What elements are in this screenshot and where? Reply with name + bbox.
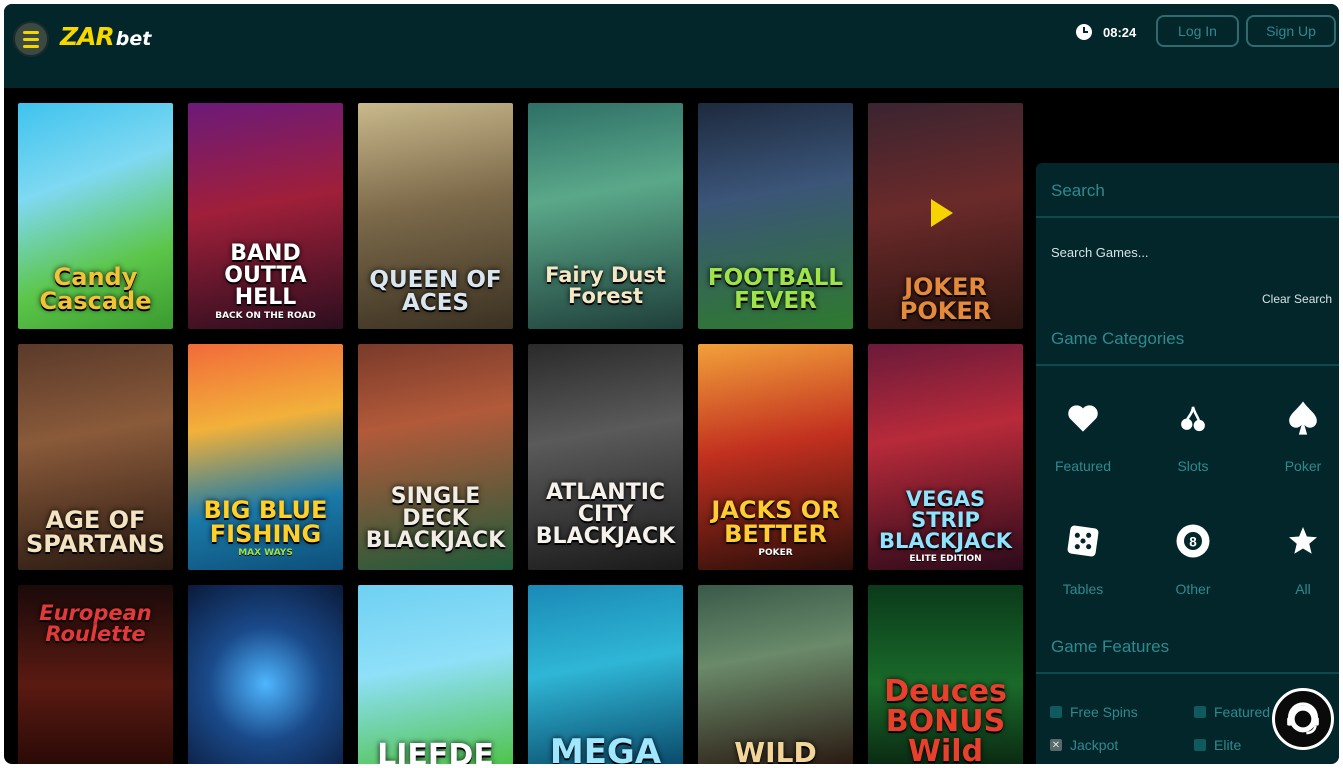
- game-title: SINGLE DECK BLACKJACK: [365, 484, 506, 553]
- feature-label: Free Spins: [1070, 704, 1138, 720]
- feature-free-spins[interactable]: Free Spins: [1050, 704, 1138, 720]
- game-tile[interactable]: LIEFDE: [358, 585, 513, 764]
- category-label: All: [1295, 581, 1311, 597]
- game-tile[interactable]: BIG BLUE FISHING MAX WAYS: [188, 344, 343, 570]
- search-input[interactable]: [1051, 245, 1321, 260]
- game-tile[interactable]: ATLANTIC CITY BLACKJACK: [528, 344, 683, 570]
- game-subtitle: MAX WAYS: [238, 548, 293, 558]
- game-title: VEGAS STRIP BLACKJACK: [878, 487, 1013, 553]
- game-tile[interactable]: SINGLE DECK BLACKJACK: [358, 344, 513, 570]
- game-title: JOKER POKER: [899, 273, 992, 325]
- svg-text:8: 8: [1189, 534, 1197, 549]
- play-icon[interactable]: [931, 199, 953, 227]
- game-tile[interactable]: WILD: [698, 585, 853, 764]
- category-label: Featured: [1054, 458, 1112, 474]
- logo-main: ZAR: [60, 22, 115, 51]
- game-title: JACKS OR BETTER: [711, 496, 840, 548]
- game-title: BAND OUTTA HELL: [224, 241, 307, 310]
- game-title: QUEEN OF ACES: [369, 267, 502, 316]
- headset-icon: [1283, 699, 1323, 739]
- game-title: ATLANTIC CITY BLACKJACK: [535, 480, 676, 549]
- category-featured[interactable]: Featured: [1043, 398, 1123, 474]
- hamburger-menu-button[interactable]: [13, 21, 49, 57]
- checkbox[interactable]: [1050, 706, 1062, 718]
- game-subtitle: POKER: [758, 548, 793, 558]
- category-all[interactable]: All: [1263, 521, 1339, 597]
- spade-icon: [1263, 398, 1339, 438]
- eight-ball-icon: 8: [1153, 521, 1233, 561]
- game-title: MEGA: [549, 732, 662, 764]
- divider: [1036, 364, 1339, 366]
- category-slots[interactable]: Slots: [1153, 398, 1233, 474]
- support-chat-button[interactable]: [1272, 688, 1334, 750]
- checkbox-checked[interactable]: ✕: [1050, 739, 1062, 751]
- feature-label: Elite: [1214, 737, 1242, 753]
- game-title: WILD: [734, 736, 817, 765]
- game-tile[interactable]: MEGA: [528, 585, 683, 764]
- category-tables[interactable]: Tables: [1043, 521, 1123, 597]
- game-tile[interactable]: AGE OF SPARTANS: [18, 344, 173, 570]
- category-label: Slots: [1177, 458, 1209, 474]
- categories-title: Game Categories: [1051, 329, 1185, 348]
- checkbox[interactable]: [1194, 739, 1206, 751]
- login-button[interactable]: Log In: [1156, 15, 1239, 47]
- game-subtitle: ELITE EDITION: [909, 554, 982, 564]
- clear-search-link[interactable]: Clear Search: [1262, 292, 1332, 306]
- game-title: AGE OF SPARTANS: [25, 506, 166, 558]
- category-poker[interactable]: Poker: [1263, 398, 1339, 474]
- game-tile[interactable]: QUEEN OF ACES: [358, 103, 513, 329]
- game-title: FOOTBALL FEVER: [707, 265, 844, 314]
- game-tile[interactable]: Candy Cascade: [18, 103, 173, 329]
- feature-featured[interactable]: Featured: [1194, 704, 1270, 720]
- dice-icon: [1043, 521, 1123, 561]
- current-time: 08:24: [1103, 25, 1137, 40]
- game-tile[interactable]: European Roulette: [18, 585, 173, 764]
- divider: [1036, 672, 1339, 674]
- game-tile[interactable]: BAND OUTTA HELL BACK ON THE ROAD: [188, 103, 343, 329]
- logo-sub: bet: [115, 28, 152, 50]
- game-title: BIG BLUE FISHING: [203, 496, 328, 548]
- game-tile[interactable]: VEGAS STRIP BLACKJACK ELITE EDITION: [868, 344, 1023, 570]
- game-title: LIEFDE: [377, 738, 494, 765]
- game-title: Candy Cascade: [39, 263, 152, 315]
- game-tile[interactable]: [188, 585, 343, 764]
- category-label: Tables: [1062, 581, 1104, 597]
- game-title: European Roulette: [39, 601, 152, 646]
- game-title: Deuces BONUS Wild: [884, 674, 1007, 765]
- game-title: Fairy Dust Forest: [545, 263, 666, 308]
- category-label: Other: [1175, 581, 1211, 597]
- game-tile[interactable]: JOKER POKER: [868, 103, 1023, 329]
- search-title: Search: [1051, 181, 1105, 200]
- game-subtitle: BACK ON THE ROAD: [215, 311, 316, 321]
- feature-label: Jackpot: [1070, 737, 1119, 753]
- game-tile[interactable]: Deuces BONUS Wild: [868, 585, 1023, 764]
- game-tile[interactable]: Fairy Dust Forest: [528, 103, 683, 329]
- heart-icon: [1043, 398, 1123, 438]
- cherries-icon: [1153, 398, 1233, 438]
- app-frame: ZAR bet 08:24 Log In Sign Up Candy Casca…: [4, 4, 1339, 764]
- category-other[interactable]: 8 Other: [1153, 521, 1233, 597]
- feature-label: Featured: [1214, 704, 1271, 720]
- feature-jackpot[interactable]: ✕ Jackpot: [1050, 737, 1118, 753]
- sidebar-panel: Search Clear Search Game Categories Feat…: [1036, 163, 1339, 764]
- clock-icon: [1076, 24, 1092, 40]
- signup-button[interactable]: Sign Up: [1246, 15, 1336, 47]
- features-title: Game Features: [1051, 637, 1170, 656]
- category-label: Poker: [1284, 458, 1322, 474]
- zarbet-logo[interactable]: ZAR bet: [60, 22, 151, 51]
- checkbox[interactable]: [1194, 706, 1206, 718]
- feature-elite[interactable]: Elite: [1194, 737, 1241, 753]
- top-bar: ZAR bet 08:24 Log In Sign Up: [4, 4, 1339, 88]
- game-tile[interactable]: JACKS OR BETTER POKER: [698, 344, 853, 570]
- game-tile[interactable]: FOOTBALL FEVER: [698, 103, 853, 329]
- divider: [1036, 216, 1339, 218]
- star-icon: [1263, 521, 1339, 561]
